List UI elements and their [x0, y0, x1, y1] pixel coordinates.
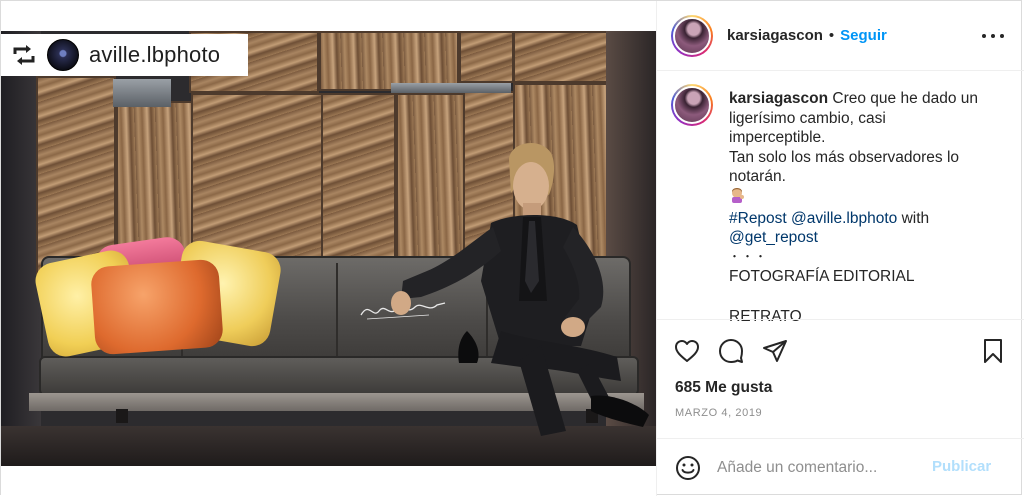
wood-panel: [36, 76, 116, 276]
caption-line: FOTOGRAFÍA EDITORIAL: [729, 268, 915, 286]
mention-link[interactable]: @aville.lbphoto: [791, 210, 897, 227]
caption-avatar[interactable]: [671, 84, 713, 126]
more-options-icon[interactable]: [982, 25, 1004, 47]
heart-icon[interactable]: [673, 337, 701, 365]
man-in-suit: [391, 142, 649, 436]
caption-line: ligerísimo cambio, casi: [729, 109, 886, 127]
orange-pillow: [90, 258, 224, 356]
bookmark-icon[interactable]: [979, 337, 1007, 365]
hashtag-link[interactable]: #Repost: [729, 210, 787, 227]
caption-with: with: [901, 209, 930, 227]
post-actions: [657, 319, 1024, 374]
repost-badge: aville.lbphoto: [1, 34, 248, 76]
repost-source-avatar: [47, 39, 79, 71]
post-date[interactable]: MARZO 4, 2019: [675, 407, 762, 419]
comment-bar: Publicar: [657, 438, 1024, 496]
caption-dots: ・・・: [729, 250, 768, 263]
repost-icon: [13, 45, 35, 65]
follow-button[interactable]: Seguir: [840, 27, 887, 44]
woman-tipping-hand-emoji: [732, 187, 744, 203]
likes-count[interactable]: 685 Me gusta: [675, 379, 772, 397]
comment-icon[interactable]: [717, 337, 745, 365]
publish-button[interactable]: Publicar: [932, 458, 991, 475]
wood-panel: [513, 31, 618, 83]
repost-source-username: aville.lbphoto: [89, 42, 221, 67]
post-header: karsiagascon • Seguir: [657, 1, 1024, 71]
comment-input[interactable]: [717, 455, 917, 481]
caption-username[interactable]: karsiagascon: [729, 90, 828, 107]
header-username[interactable]: karsiagascon: [727, 27, 823, 44]
caption-line: Tan solo los más observadores lo: [729, 148, 960, 166]
wood-panel: [459, 31, 514, 83]
share-icon[interactable]: [761, 337, 789, 365]
mention-link[interactable]: @get_repost: [729, 229, 818, 246]
wall-vent: [391, 83, 511, 93]
wood-panel: [116, 101, 194, 261]
profile-avatar[interactable]: [671, 14, 713, 57]
smiley-icon[interactable]: [674, 454, 702, 482]
caption-line: notarán.: [729, 168, 786, 186]
post-sidebar: karsiagascon • Seguir karsiagascon Creo …: [656, 1, 1024, 496]
caption-line: imperceptible.: [729, 129, 826, 147]
instagram-post: aville.lbphoto karsiagascon • Seguir kar…: [0, 0, 1024, 496]
header-separator: •: [828, 27, 835, 44]
wood-panel: [319, 31, 459, 91]
post-caption: karsiagascon Creo que he dado un ligerís…: [729, 89, 999, 326]
wall-vent: [113, 79, 171, 107]
caption-line: Creo que he dado un: [832, 90, 979, 107]
wood-panel: [191, 93, 323, 263]
post-photo[interactable]: aville.lbphoto: [1, 1, 656, 496]
